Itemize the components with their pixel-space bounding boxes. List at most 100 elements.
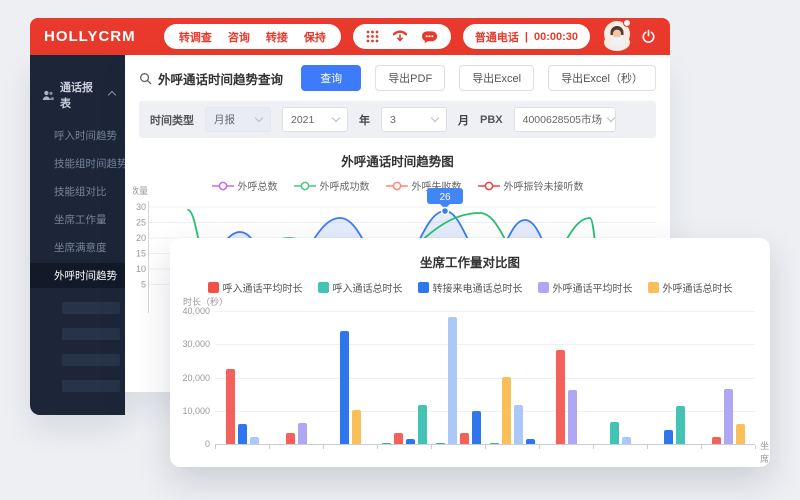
call-action-button[interactable]: 转接 — [266, 29, 288, 45]
chevron-down-icon — [431, 114, 439, 122]
app-logo: HOLLYCRM — [44, 28, 136, 45]
year-value: 2021 — [291, 114, 314, 126]
x-axis-tick — [323, 445, 324, 449]
user-group-icon — [42, 90, 54, 101]
month-select[interactable]: 3 — [381, 107, 447, 132]
chevron-down-icon — [332, 114, 340, 122]
bar-group — [647, 311, 701, 444]
sidebar-item[interactable]: 技能组对比 — [30, 179, 125, 204]
export-button[interactable]: 导出PDF — [375, 65, 445, 91]
y-tick-label: 5 — [141, 280, 146, 290]
bar[interactable] — [352, 410, 361, 444]
tooltip-value: 26 — [439, 192, 451, 203]
sidebar-item-active[interactable]: 外呼时间趋势 — [30, 263, 125, 288]
bar[interactable] — [610, 422, 619, 444]
y-tick-label: 15 — [136, 249, 146, 259]
sidebar-item[interactable]: 技能组时间趋势 — [30, 151, 125, 176]
bar[interactable] — [622, 437, 631, 444]
sidebar-skeleton — [62, 380, 120, 392]
bar[interactable] — [664, 430, 673, 444]
bar[interactable] — [460, 433, 469, 444]
year-unit-label: 年 — [359, 112, 370, 128]
bars-area — [215, 311, 755, 444]
x-axis-tick — [269, 445, 270, 449]
filter-bar: 时间类型 月报 2021 年 3 月 PBX 4000628505市场 — [139, 101, 656, 138]
bar[interactable] — [556, 350, 565, 444]
x-axis-tick — [593, 445, 594, 449]
y-tick-label: 10,000 — [170, 406, 210, 416]
query-buttons: 查询 导出PDF 导出Excel 导出Excel（秒） — [301, 65, 656, 91]
x-axis-tick — [431, 445, 432, 449]
bar[interactable] — [250, 437, 259, 444]
pbx-select[interactable]: 4000628505市场 — [514, 107, 616, 132]
bar[interactable] — [490, 443, 499, 444]
line-chart-title: 外呼通话时间趋势图 — [125, 151, 670, 170]
bar-chart-card: 坐席工作量对比图 呼入通话平均时长呼入通话总时长转接来电通话总时长外呼通话平均时… — [170, 238, 770, 467]
x-axis-tick — [539, 445, 540, 449]
sidebar-item[interactable]: 坐席满意度 — [30, 235, 125, 260]
month-unit-label: 月 — [458, 112, 469, 128]
search-button[interactable]: 查询 — [301, 65, 361, 91]
time-type-select[interactable]: 月报 — [205, 107, 271, 132]
export-button[interactable]: 导出Excel（秒） — [548, 65, 656, 91]
sidebar-skeleton — [62, 302, 120, 314]
phone-down-icon[interactable] — [392, 30, 408, 43]
bar-group — [377, 311, 431, 444]
bar[interactable] — [238, 424, 247, 444]
sidebar-skeleton — [62, 354, 120, 366]
call-action-button[interactable]: 保持 — [304, 29, 326, 45]
call-action-button[interactable]: 转调查 — [179, 29, 212, 45]
bar[interactable] — [724, 389, 733, 444]
call-action-button[interactable]: 咨询 — [228, 29, 250, 45]
sidebar-nav: 呼入时间趋势技能组时间趋势技能组对比坐席工作量坐席满意度外呼时间趋势 — [30, 123, 125, 392]
bar-group — [323, 311, 377, 444]
y-tick-label: 20,000 — [170, 373, 210, 383]
x-axis-tick — [485, 445, 486, 449]
sidebar-item[interactable]: 坐席工作量 — [30, 207, 125, 232]
grid-icon[interactable] — [366, 30, 379, 43]
call-actions-pill: 转调查咨询转接保持 — [164, 24, 341, 49]
bar-group — [593, 311, 647, 444]
bar[interactable] — [436, 443, 445, 444]
bar-group — [701, 311, 755, 444]
bar[interactable] — [286, 433, 295, 444]
x-axis-tick — [377, 445, 378, 449]
bar[interactable] — [526, 439, 535, 444]
bar[interactable] — [676, 406, 685, 444]
bar-group — [431, 311, 485, 444]
pbx-value: 4000628505市场 — [523, 112, 602, 127]
bar[interactable] — [382, 443, 391, 444]
sidebar-item[interactable]: 呼入时间趋势 — [30, 123, 125, 148]
bar[interactable] — [394, 433, 403, 444]
bar[interactable] — [418, 405, 427, 444]
phone-mode-label: 普通电话 — [475, 29, 519, 45]
bar[interactable] — [448, 317, 457, 444]
bar[interactable] — [226, 369, 235, 444]
query-title-wrap: 外呼通话时间趋势查询 — [139, 69, 283, 88]
bar-group — [269, 311, 323, 444]
bar-group — [539, 311, 593, 444]
avatar[interactable] — [604, 34, 630, 51]
x-axis-tick — [647, 445, 648, 449]
phone-status-pill: 普通电话 | 00:00:30 — [463, 24, 590, 49]
bar[interactable] — [712, 437, 721, 444]
x-axis-tick — [215, 445, 216, 449]
bar[interactable] — [514, 405, 523, 444]
bar[interactable] — [472, 411, 481, 444]
bar[interactable] — [406, 439, 415, 444]
bar[interactable] — [340, 331, 349, 444]
y-tick-label: 30,000 — [170, 339, 210, 349]
bar-chart-plot: 时长（秒） 坐席 40,00030,00020,00010,0000 — [170, 238, 770, 467]
query-header-row: 外呼通话时间趋势查询 查询 导出PDF 导出Excel 导出Excel（秒） — [125, 55, 670, 101]
bar[interactable] — [736, 424, 745, 444]
pbx-label: PBX — [480, 114, 503, 126]
power-icon[interactable] — [641, 29, 656, 44]
bar[interactable] — [298, 423, 307, 444]
sidebar-group-call-reports[interactable]: 通话报表 — [30, 79, 125, 111]
bar[interactable] — [502, 377, 511, 444]
year-select[interactable]: 2021 — [282, 107, 348, 132]
export-button[interactable]: 导出Excel — [459, 65, 534, 91]
chat-icon[interactable] — [421, 30, 438, 44]
bar[interactable] — [568, 390, 577, 444]
data-point-marker — [442, 208, 449, 215]
